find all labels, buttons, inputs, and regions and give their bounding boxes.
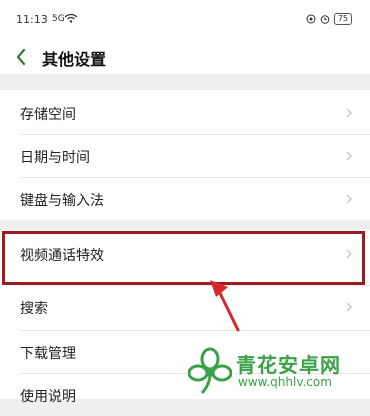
- status-bar: 11:13 5G 75: [0, 0, 370, 40]
- settings-item-date-time[interactable]: 日期与时间: [0, 135, 370, 177]
- settings-item-label: 下载管理: [20, 346, 76, 362]
- battery-icon: 75: [333, 13, 352, 25]
- alarm-icon: [320, 15, 330, 24]
- settings-item-search[interactable]: 搜索: [0, 286, 370, 328]
- chevron-right-icon: [346, 151, 352, 161]
- chevron-right-icon: [346, 194, 352, 204]
- settings-item-label: 日期与时间: [20, 150, 90, 166]
- chevron-right-icon: [346, 302, 352, 312]
- settings-item-keyboard-input[interactable]: 键盘与输入法: [0, 178, 370, 220]
- status-icons: 75: [306, 13, 352, 25]
- watermark-logo-icon: [188, 347, 232, 395]
- settings-group-storage: 存储空间 日期与时间 键盘与输入法: [0, 90, 370, 220]
- watermark: 青花安卓网 www.qhhlv.com: [188, 345, 370, 399]
- nav-bar: 其他设置: [0, 40, 370, 74]
- highlight-box: [2, 231, 365, 285]
- chevron-right-icon: [346, 108, 352, 118]
- wifi-icon: [64, 13, 78, 23]
- watermark-text: 青花安卓网: [236, 353, 341, 377]
- page-title: 其他设置: [42, 50, 107, 69]
- settings-item-label: 搜索: [20, 301, 48, 317]
- signal-icon: 5G: [52, 14, 65, 24]
- settings-item-storage[interactable]: 存储空间: [0, 92, 370, 134]
- status-time: 11:13: [16, 13, 48, 26]
- settings-item-label: 存储空间: [20, 107, 76, 123]
- back-arrow-icon[interactable]: [14, 48, 28, 66]
- settings-item-label: 使用说明: [20, 389, 76, 405]
- settings-item-label: 键盘与输入法: [20, 193, 104, 209]
- location-icon: [306, 14, 316, 24]
- watermark-url: www.qhhlv.com: [238, 375, 332, 389]
- red-arrow-icon: [210, 280, 240, 332]
